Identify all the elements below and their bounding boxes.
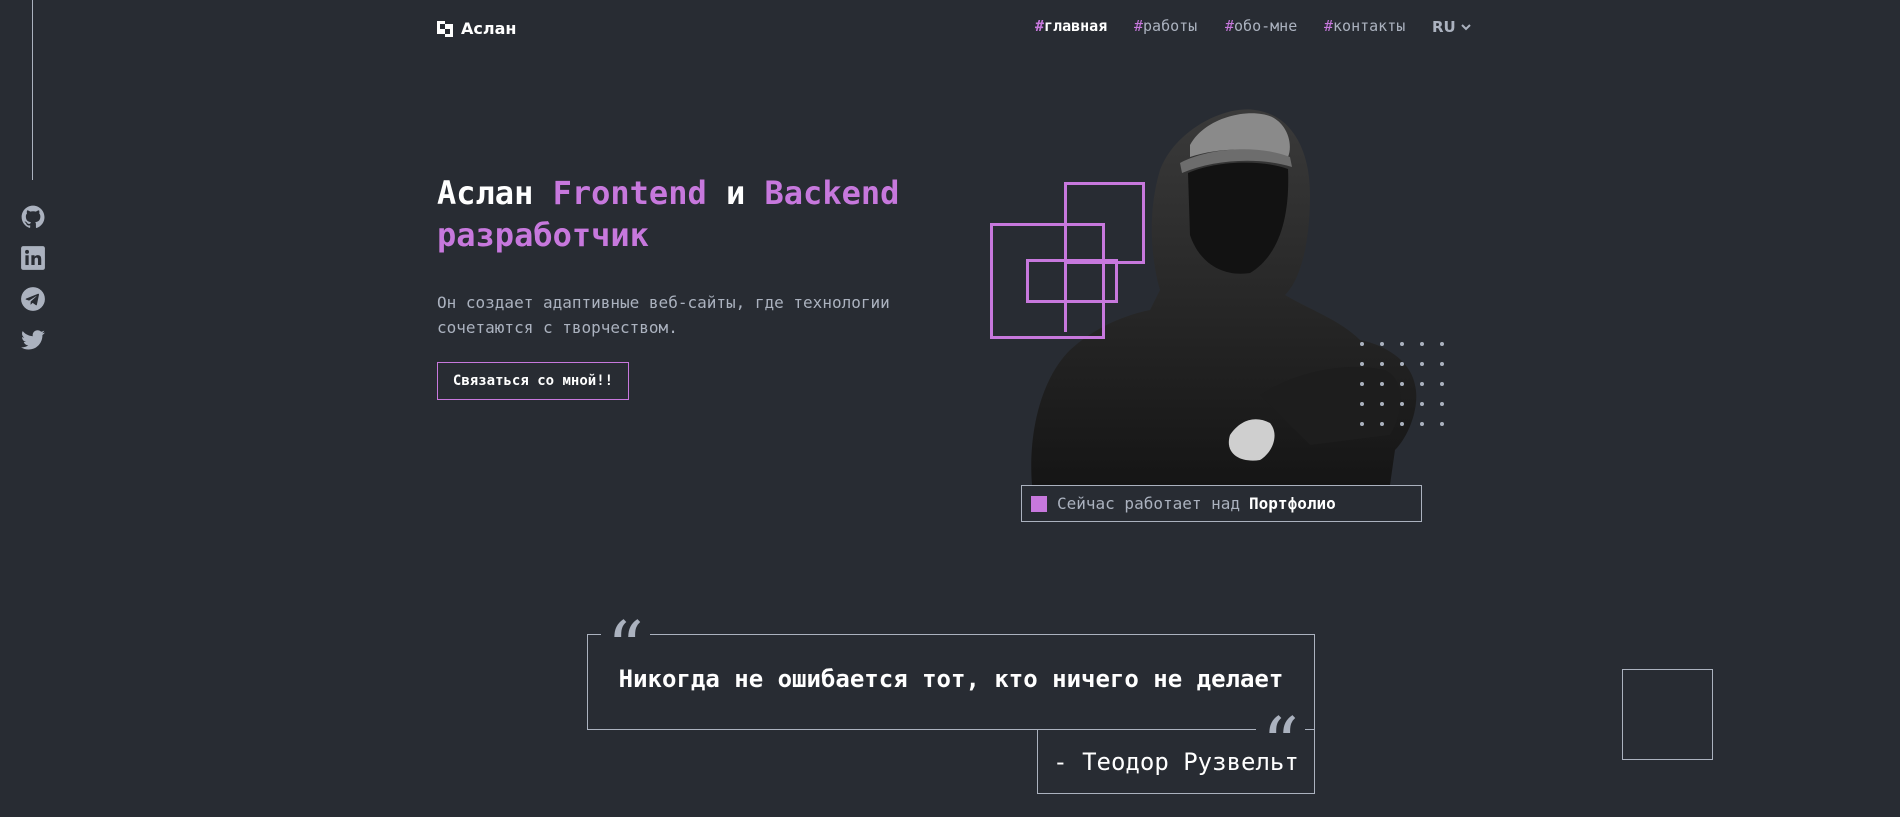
- linkedin-icon[interactable]: [20, 245, 46, 271]
- decor-line: [1064, 228, 1067, 332]
- decor-square-3: [1026, 259, 1118, 303]
- telegram-icon[interactable]: [20, 286, 46, 312]
- contact-me-button[interactable]: Связаться со мной!!: [437, 362, 629, 400]
- language-selector[interactable]: RU: [1432, 18, 1472, 36]
- decor-dots: [1360, 342, 1444, 426]
- github-icon[interactable]: [20, 204, 46, 230]
- status-prefix: Сейчас работает над: [1057, 494, 1241, 513]
- twitter-icon[interactable]: [20, 327, 46, 353]
- status-indicator: [1031, 495, 1047, 512]
- hero-title: Аслан Frontend и Backend разработчик: [437, 174, 900, 254]
- nav-item-about[interactable]: #обо-мне: [1225, 17, 1297, 35]
- current-project-status: Сейчас работает над Портфолио: [1021, 485, 1422, 522]
- social-rail-line: [32, 0, 33, 180]
- brand-name: Аслан: [461, 19, 517, 38]
- logo-icon: [437, 20, 453, 37]
- decor-square-outline: [1622, 669, 1713, 760]
- language-label: RU: [1432, 18, 1456, 36]
- hero-description: Он создает адаптивные веб-сайты, где тех…: [437, 293, 890, 337]
- nav-item-home[interactable]: #главная: [1035, 17, 1107, 35]
- nav-item-works[interactable]: #работы: [1134, 17, 1197, 35]
- quote-author: - Теодор Рузвельт: [1053, 748, 1299, 776]
- quote-text: Никогда не ошибается тот, кто ничего не …: [618, 665, 1284, 693]
- status-project: Портфолио: [1249, 494, 1336, 513]
- logo[interactable]: Аслан: [437, 19, 516, 38]
- chevron-down-icon: [1461, 24, 1471, 31]
- nav-item-contacts[interactable]: #контакты: [1324, 17, 1405, 35]
